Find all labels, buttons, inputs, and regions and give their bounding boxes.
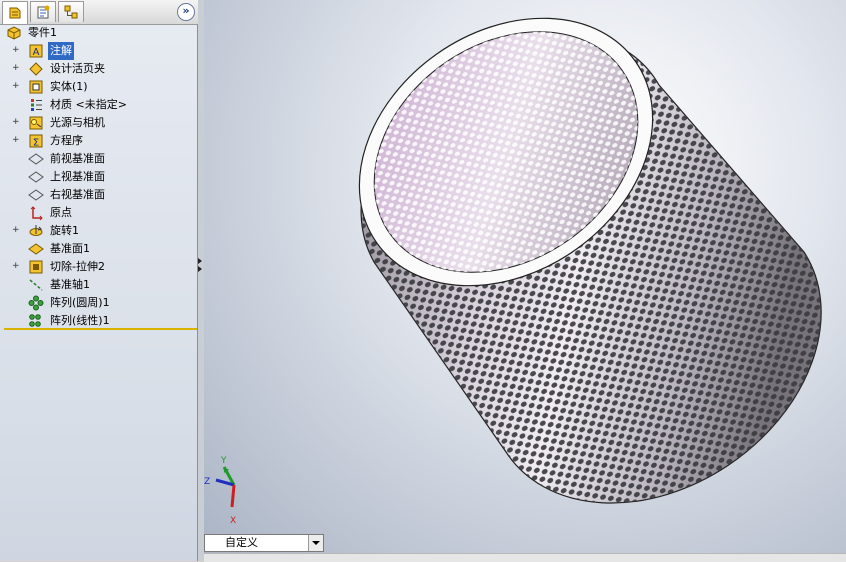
- origin-icon: [30, 206, 43, 221]
- graphics-viewport[interactable]: Y Z X: [204, 0, 846, 561]
- tree-item-right-plane[interactable]: 右视基准面: [0, 186, 198, 204]
- tree-item-label: 注解: [48, 42, 74, 60]
- tree-item-top-plane[interactable]: 上视基准面: [0, 168, 198, 186]
- property-manager-icon: [37, 5, 50, 19]
- tree-item-label: 右视基准面: [50, 188, 105, 201]
- tree-item-front-plane[interactable]: 前视基准面: [0, 150, 198, 168]
- expand-icon[interactable]: +: [12, 82, 20, 91]
- revolve-icon: [29, 225, 43, 236]
- expand-icon[interactable]: +: [12, 64, 20, 73]
- design-binder-icon: [29, 62, 43, 76]
- tree-item-origin[interactable]: 原点: [0, 204, 198, 222]
- triad-y-label: Y: [220, 456, 227, 466]
- tree-item-ref-plane[interactable]: 基准面1: [0, 240, 198, 258]
- expand-icon[interactable]: +: [12, 46, 20, 55]
- tree-item-label: 前视基准面: [50, 152, 105, 165]
- tree-item-label: 旋转1: [50, 224, 79, 237]
- axis-icon: [29, 279, 43, 291]
- dropdown-arrow-icon[interactable]: [308, 535, 323, 551]
- feature-manager-icon: [9, 7, 21, 19]
- view-orientation-select[interactable]: 自定义: [204, 534, 324, 552]
- plane-icon: [28, 153, 44, 165]
- tree-item-annotations[interactable]: + A 注解: [0, 42, 198, 60]
- tree-item-label: 材质 <未指定>: [50, 98, 127, 111]
- tree-item-label: 实体(1): [50, 80, 88, 93]
- plane-icon: [28, 171, 44, 183]
- expand-icon[interactable]: +: [12, 136, 20, 145]
- part-icon: [7, 26, 21, 40]
- model-canvas[interactable]: Y Z X: [204, 0, 846, 561]
- tree-item-circular-pattern[interactable]: 阵列(圆周)1: [0, 294, 198, 312]
- orientation-triad: Y Z X: [204, 456, 236, 526]
- splitter-arrow-icon: [198, 266, 202, 272]
- configuration-manager-icon: [64, 5, 78, 19]
- tree-item-label: 基准轴1: [50, 278, 90, 291]
- expand-icon[interactable]: +: [12, 262, 20, 271]
- tree-item-label: 阵列(圆周)1: [50, 296, 110, 309]
- property-manager-tab[interactable]: [30, 1, 56, 22]
- material-icon: [31, 99, 42, 111]
- lights-cameras-icon: [29, 116, 43, 130]
- feature-manager-tab[interactable]: [2, 1, 28, 24]
- tree-item-material[interactable]: 材质 <未指定>: [0, 96, 198, 114]
- tree-item-solid-bodies[interactable]: + 实体(1): [0, 78, 198, 96]
- solid-bodies-icon: [29, 80, 43, 94]
- plane-icon: [28, 189, 44, 201]
- splitter-arrow-icon: [198, 258, 202, 264]
- ref-plane-icon: [28, 243, 44, 255]
- expand-icon[interactable]: +: [12, 226, 20, 235]
- view-orientation-value: 自定义: [225, 536, 258, 549]
- svg-text:Σ: Σ: [33, 138, 39, 149]
- tree-item-label: 基准面1: [50, 242, 90, 255]
- tree-item-revolve[interactable]: + 旋转1: [0, 222, 198, 240]
- triad-x-label: X: [230, 516, 236, 526]
- annotations-icon: A: [29, 44, 43, 58]
- collapse-panel-button[interactable]: »: [177, 3, 195, 21]
- tree-item-label: 原点: [50, 206, 72, 219]
- perforated-cylinder[interactable]: [308, 0, 822, 504]
- tree-item-equations[interactable]: + Σ 方程序: [0, 132, 198, 150]
- tree-item-label: 方程序: [50, 134, 83, 147]
- triad-z-label: Z: [204, 477, 210, 487]
- panel-tabs: »: [0, 0, 198, 25]
- rollback-bar[interactable]: [4, 328, 197, 330]
- triad-x-axis: [230, 484, 236, 508]
- circular-pattern-icon: [28, 295, 44, 311]
- cut-extrude-icon: [29, 260, 43, 274]
- tree-item-cut-extrude[interactable]: + 切除-拉伸2: [0, 258, 198, 276]
- tree-item-design-binder[interactable]: + 设计活页夹: [0, 60, 198, 78]
- equations-icon: Σ: [29, 134, 43, 149]
- tree-item-label: 设计活页夹: [50, 62, 105, 75]
- tree-item-axis[interactable]: 基准轴1: [0, 276, 198, 294]
- svg-text:A: A: [33, 47, 40, 58]
- configuration-manager-tab[interactable]: [58, 1, 84, 22]
- linear-pattern-icon: [29, 314, 41, 327]
- tree-item-lights-cameras[interactable]: + 光源与相机: [0, 114, 198, 132]
- feature-manager-panel: » 零件1 + A 注解 + 设计活页夹 + 实体(1) 材质 <未指定> + …: [0, 0, 198, 561]
- tree-item-label: 光源与相机: [50, 116, 105, 129]
- expand-icon[interactable]: +: [12, 118, 20, 127]
- tree-root[interactable]: 零件1: [0, 24, 198, 42]
- tree-root-label: 零件1: [28, 26, 57, 39]
- tree-item-label: 切除-拉伸2: [50, 260, 105, 273]
- tree-item-label: 上视基准面: [50, 170, 105, 183]
